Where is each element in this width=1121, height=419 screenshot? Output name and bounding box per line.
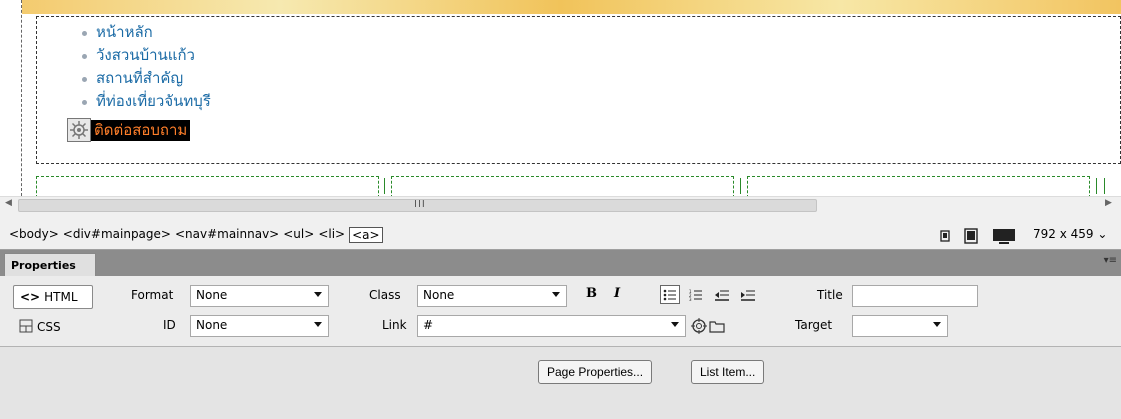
indent-icon[interactable] — [738, 285, 758, 304]
nav-item-landmarks[interactable]: สถานที่สำคัญ — [79, 67, 211, 90]
column-divider — [740, 178, 742, 194]
element-widget-icon[interactable] — [67, 118, 91, 142]
class-label: Class — [369, 288, 401, 302]
link-input-value: # — [423, 318, 434, 332]
tag-li[interactable]: <li> — [318, 227, 345, 243]
chevron-down-icon: ⌄ — [1097, 227, 1108, 241]
css-mode-label: CSS — [37, 320, 61, 334]
selected-nav-item[interactable]: ติดต่อสอบถาม — [67, 118, 191, 142]
properties-body: <> HTML CSS Format None Class None B I 1… — [0, 276, 1121, 347]
design-view[interactable]: หน้าหลัก วังสวนบ้านแก้ว สถานที่สำคัญ ที่… — [0, 0, 1121, 213]
column-divider — [384, 178, 386, 194]
nav-item-attractions[interactable]: ที่ท่องเที่ยวจันทบุรี — [79, 90, 211, 113]
target-label: Target — [795, 318, 833, 332]
browse-folder-icon[interactable] — [709, 319, 725, 336]
point-to-file-icon[interactable] — [691, 318, 707, 337]
tag-a[interactable]: <a> — [349, 227, 383, 243]
html-mode-button[interactable]: <> HTML — [13, 285, 93, 309]
selected-nav-item-label: ติดต่อสอบถาม — [91, 119, 191, 141]
id-select-value: None — [196, 318, 228, 332]
horizontal-scrollbar[interactable]: ◀ III ▶ — [0, 196, 1121, 213]
html-mode-label: HTML — [44, 290, 78, 304]
properties-panel: Properties ▾≡ <> HTML CSS Format None Cl… — [0, 250, 1121, 419]
css-grid-icon — [19, 319, 33, 336]
device-preview-buttons — [940, 228, 1016, 247]
css-mode-button[interactable]: CSS — [13, 315, 67, 339]
window-size-menu[interactable]: 792 x 459 ⌄ — [1033, 227, 1107, 241]
content-column-3[interactable] — [747, 176, 1090, 198]
tag-body[interactable]: <body> — [9, 227, 59, 243]
chevron-down-icon — [314, 292, 322, 297]
bold-button[interactable]: B — [586, 286, 597, 301]
content-column-1[interactable] — [36, 176, 379, 198]
chevron-down-icon — [933, 322, 941, 327]
link-label: Link — [382, 318, 407, 332]
tag-nav-mainnav[interactable]: <nav#mainnav> — [175, 227, 279, 243]
scroll-left-icon[interactable]: ◀ — [5, 198, 12, 208]
target-select[interactable] — [852, 315, 948, 337]
nav-list: หน้าหลัก วังสวนบ้านแก้ว สถานที่สำคัญ ที่… — [79, 21, 211, 113]
status-bar: <body> <div#mainpage> <nav#mainnav> <ul>… — [0, 213, 1121, 250]
class-select[interactable]: None — [417, 285, 567, 307]
nav-item-palace[interactable]: วังสวนบ้านแก้ว — [79, 44, 211, 67]
content-column-2[interactable] — [391, 176, 734, 198]
tag-selector: <body> <div#mainpage> <nav#mainnav> <ul>… — [9, 227, 383, 243]
desktop-size-icon[interactable] — [992, 228, 1016, 247]
unordered-list-icon[interactable] — [660, 285, 680, 304]
panel-header: Properties ▾≡ — [0, 250, 1121, 276]
background-banner — [0, 0, 1121, 14]
title-input[interactable] — [852, 285, 978, 307]
chevron-down-icon — [671, 322, 679, 327]
tag-div-mainpage[interactable]: <div#mainpage> — [63, 227, 171, 243]
nav-item-home[interactable]: หน้าหลัก — [79, 21, 211, 44]
chevron-down-icon — [314, 322, 322, 327]
tab-properties[interactable]: Properties — [4, 253, 96, 276]
ordered-list-icon[interactable]: 123 — [686, 285, 706, 304]
tablet-size-icon[interactable] — [964, 228, 978, 247]
mobile-size-icon[interactable] — [940, 230, 950, 245]
scroll-right-icon[interactable]: ▶ — [1105, 198, 1112, 208]
tag-ul[interactable]: <ul> — [283, 227, 314, 243]
id-label: ID — [163, 318, 176, 332]
column-divider — [1096, 178, 1098, 194]
title-label: Title — [817, 288, 843, 302]
list-item-button[interactable]: List Item... — [691, 360, 765, 384]
id-select[interactable]: None — [190, 315, 329, 337]
column-divider — [1104, 178, 1106, 194]
svg-text:3: 3 — [689, 297, 692, 301]
window-size-value: 792 x 459 — [1033, 227, 1094, 241]
italic-button[interactable]: I — [614, 286, 620, 301]
panel-menu-icon[interactable]: ▾≡ — [1104, 255, 1117, 266]
scrollbar-grip-icon: III — [414, 199, 426, 210]
code-icon: <> — [20, 290, 41, 304]
scrollbar-thumb[interactable]: III — [18, 199, 817, 212]
chevron-down-icon — [552, 292, 560, 297]
format-label: Format — [131, 288, 174, 302]
format-select[interactable]: None — [190, 285, 329, 307]
left-gutter — [0, 0, 22, 196]
class-select-value: None — [423, 288, 455, 302]
format-select-value: None — [196, 288, 228, 302]
page-properties-button[interactable]: Page Properties... — [538, 360, 653, 384]
nav-container[interactable]: หน้าหลัก วังสวนบ้านแก้ว สถานที่สำคัญ ที่… — [36, 16, 1121, 164]
outdent-icon[interactable] — [712, 285, 732, 304]
link-input[interactable]: # — [417, 315, 686, 337]
